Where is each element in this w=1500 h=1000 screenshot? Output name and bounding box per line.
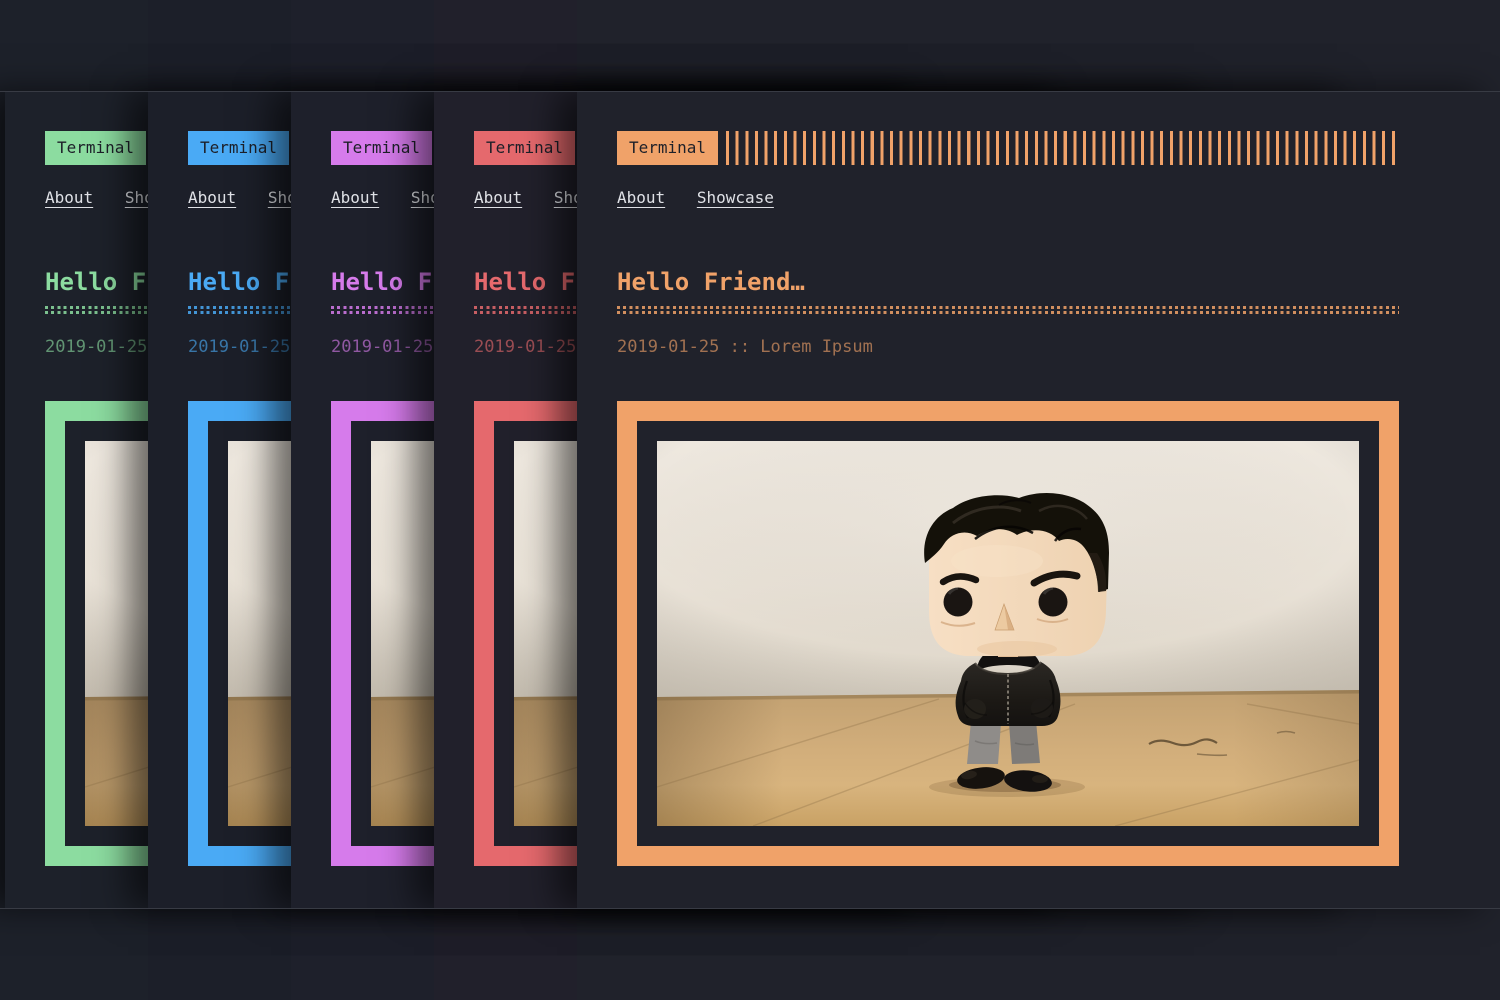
nav-link-about[interactable]: About	[331, 188, 379, 207]
nav-link-about[interactable]: About	[188, 188, 236, 207]
site-logo[interactable]: Terminal	[188, 131, 289, 165]
site-logo[interactable]: Terminal	[617, 131, 718, 165]
site-logo[interactable]: Terminal	[474, 131, 575, 165]
viewport-top-divider	[0, 91, 1500, 92]
theme-panel-orange: Terminal About Showcase Hello Friend… 20…	[577, 91, 1500, 908]
nav-link-about[interactable]: About	[617, 188, 665, 207]
post-photo	[657, 441, 1359, 826]
nav-link-about[interactable]: About	[474, 188, 522, 207]
panel-content: Terminal About Showcase Hello Friend… 20…	[617, 91, 1399, 908]
site-logo[interactable]: Terminal	[45, 131, 146, 165]
viewport-bottom-divider	[0, 908, 1500, 909]
title-underline-dots	[617, 306, 1399, 314]
site-header: Terminal	[617, 131, 1399, 165]
header-decoration-bars	[726, 131, 1399, 165]
site-logo[interactable]: Terminal	[331, 131, 432, 165]
theme-showcase-canvas: Terminal About Showcase Hello Friend… 20…	[0, 0, 1500, 1000]
nav-link-showcase[interactable]: Showcase	[697, 188, 774, 207]
main-nav: About Showcase	[617, 188, 796, 207]
post-meta: 2019-01-25 :: Lorem Ipsum	[617, 337, 873, 357]
post-image-frame	[617, 401, 1399, 866]
nav-link-about[interactable]: About	[45, 188, 93, 207]
post-title: Hello Friend…	[617, 268, 805, 296]
